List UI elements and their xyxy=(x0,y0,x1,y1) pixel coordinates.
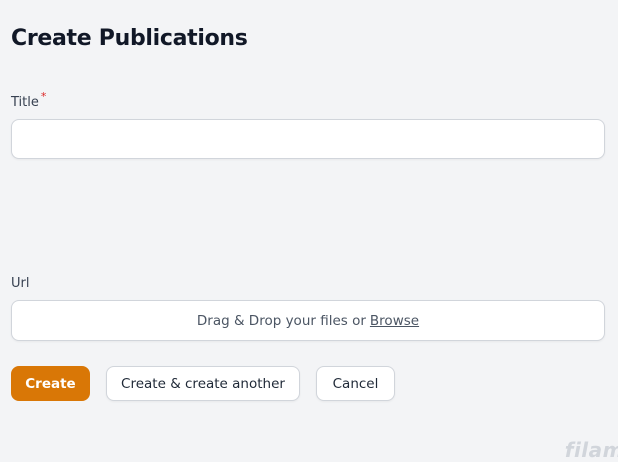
url-file-dropzone[interactable]: Drag & Drop your files or Browse xyxy=(11,300,605,341)
url-field-label: Url xyxy=(11,276,30,291)
required-marker: * xyxy=(40,90,47,103)
create-button[interactable]: Create xyxy=(11,366,90,401)
browse-link[interactable]: Browse xyxy=(370,313,419,329)
title-field-label: Title * xyxy=(11,90,46,112)
brand-watermark: filam xyxy=(564,438,618,462)
dropzone-text: Drag & Drop your files or xyxy=(196,312,366,329)
title-label-text: Title xyxy=(11,95,39,110)
page-title: Create Publications xyxy=(11,26,248,51)
create-another-button[interactable]: Create & create another xyxy=(106,366,300,401)
cancel-button[interactable]: Cancel xyxy=(316,366,395,401)
title-input[interactable] xyxy=(11,119,605,159)
